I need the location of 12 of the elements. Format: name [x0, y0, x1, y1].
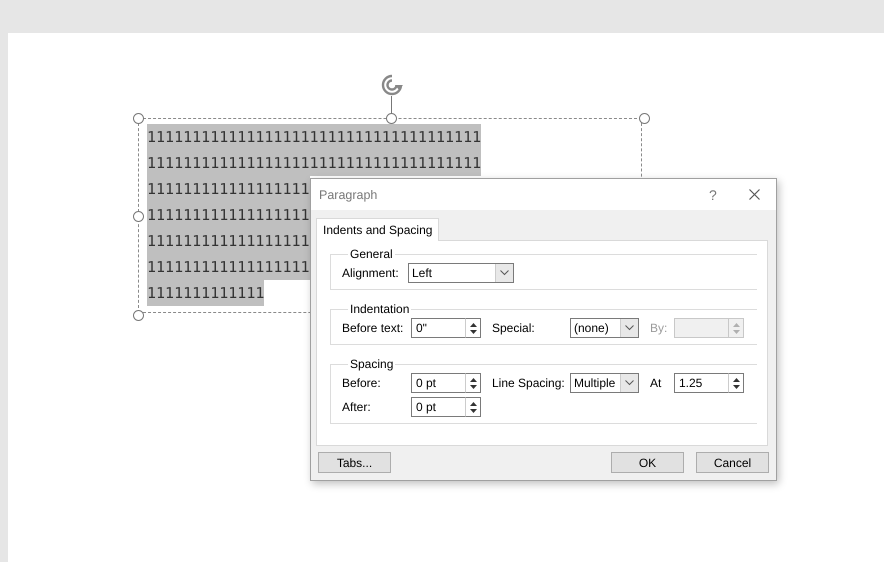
field-label: At [650, 376, 662, 390]
dialog-title: Paragraph [319, 188, 378, 202]
field-label: Alignment: [342, 266, 400, 280]
field-label: Before: [342, 376, 382, 390]
field-label: Line Spacing: [492, 376, 566, 390]
field-label: Special: [492, 321, 536, 335]
field-label: By: [650, 321, 668, 335]
field-label: After: [342, 400, 372, 414]
group-title: General [349, 247, 394, 261]
group-title: Indentation [349, 302, 410, 316]
group-title: Spacing [349, 357, 394, 371]
field-label: Before text: [342, 321, 404, 335]
